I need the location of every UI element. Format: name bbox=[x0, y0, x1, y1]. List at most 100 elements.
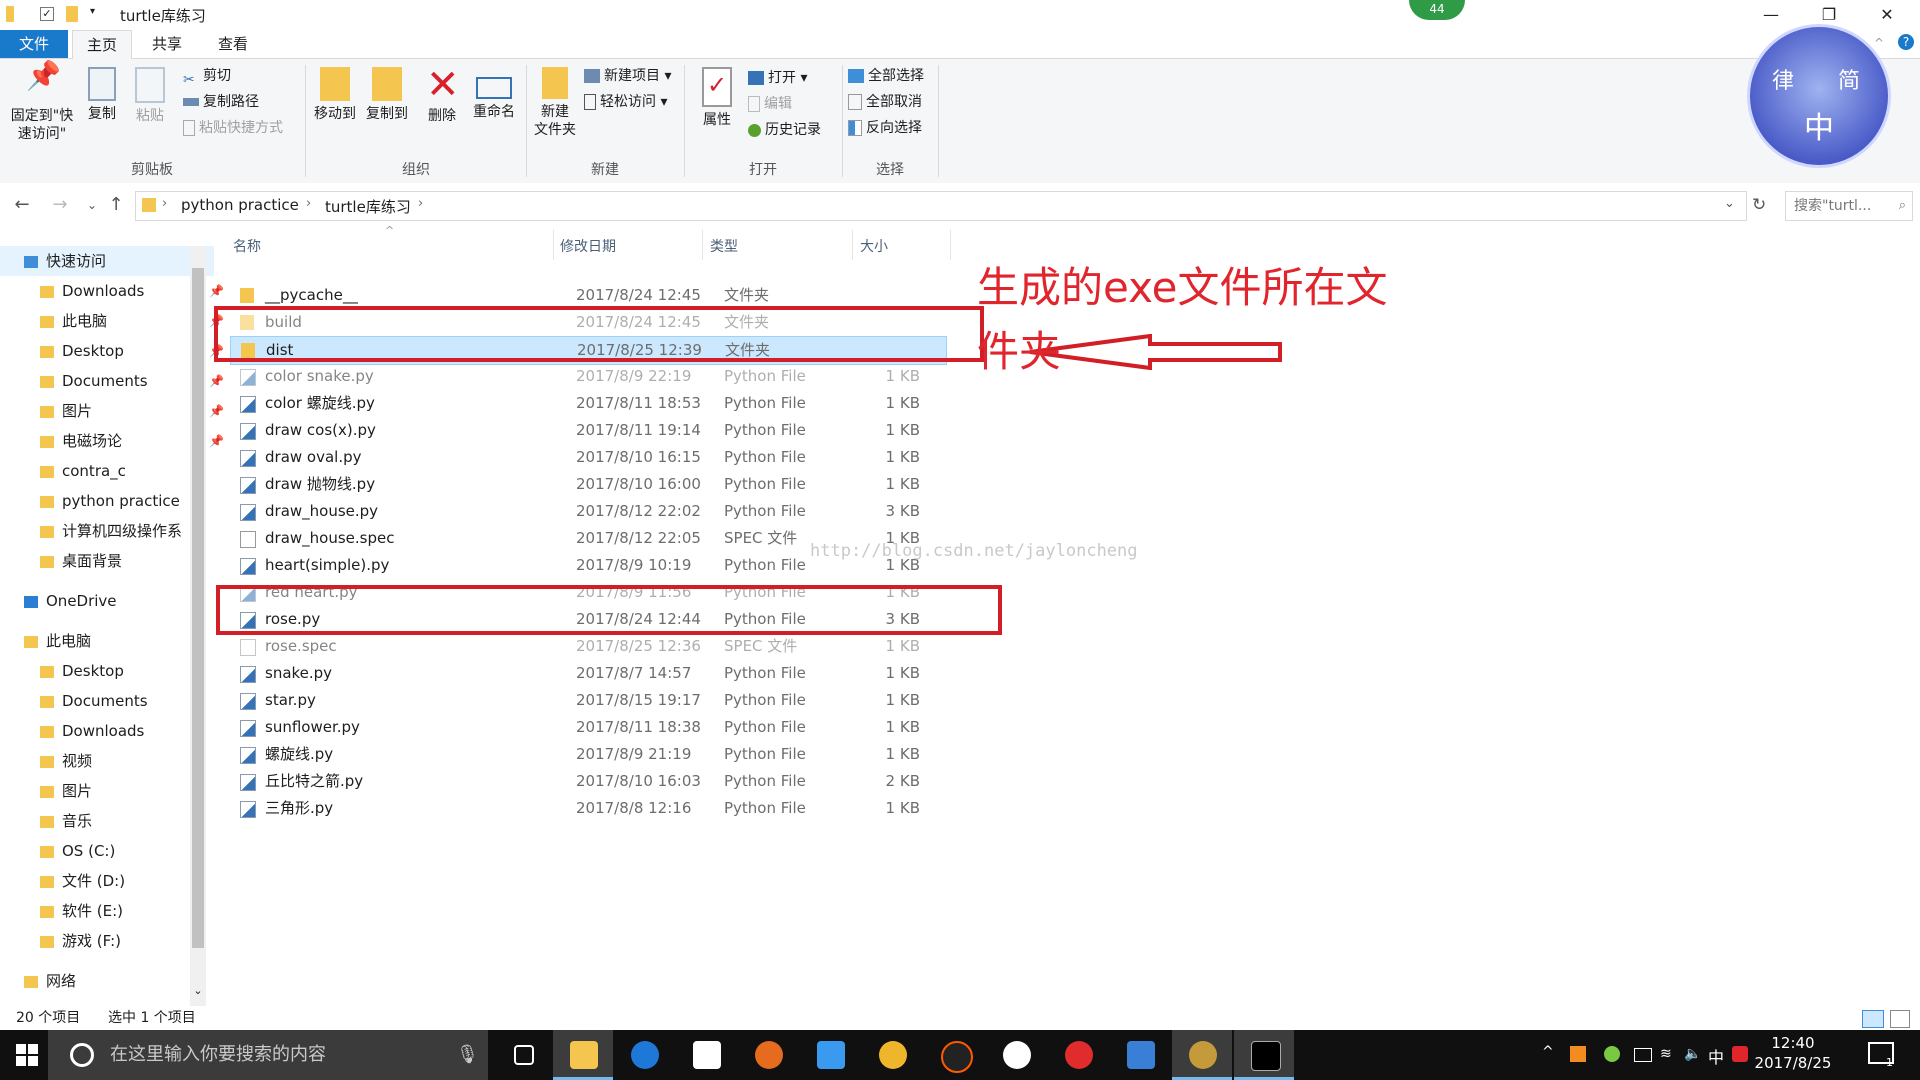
column-divider[interactable] bbox=[852, 230, 853, 260]
column-type[interactable]: 类型 bbox=[710, 236, 738, 256]
tray-security-icon[interactable] bbox=[1604, 1046, 1620, 1062]
properties-quick-icon[interactable]: ✓ bbox=[40, 7, 54, 21]
tray-app-icon[interactable] bbox=[1570, 1046, 1586, 1062]
move-to-button[interactable]: 移动到 bbox=[310, 59, 360, 123]
breadcrumb-chevron-icon[interactable]: › bbox=[306, 196, 311, 211]
taskbar-search-box[interactable]: 在这里输入你要搜索的内容 🎙 bbox=[48, 1030, 488, 1080]
pin-to-quick-access-button[interactable]: 📌 固定到"快速访问" bbox=[4, 59, 80, 143]
file-row[interactable]: draw_house.py 2017/8/12 22:02 Python File 3… bbox=[230, 498, 945, 525]
microphone-icon[interactable]: 🎙 bbox=[456, 1030, 479, 1080]
ime-indicator[interactable]: 中 bbox=[1708, 1044, 1724, 1068]
recent-locations-icon[interactable]: ⌄ bbox=[80, 193, 104, 217]
paste-shortcut-button[interactable]: 粘贴快捷方式 bbox=[183, 117, 283, 139]
breadcrumb-python-practice[interactable]: python practice bbox=[181, 196, 299, 214]
column-date[interactable]: 修改日期 bbox=[560, 236, 616, 256]
history-button[interactable]: 历史记录 bbox=[748, 119, 821, 141]
file-row[interactable]: 丘比特之箭.py 2017/8/10 16:03 Python File 2 KB bbox=[230, 768, 945, 795]
sidebar-item[interactable]: 此电脑 bbox=[0, 626, 214, 656]
file-row[interactable]: snake.py 2017/8/7 14:57 Python File 1 KB bbox=[230, 660, 945, 687]
easy-access-button[interactable]: 轻松访问 ▾ bbox=[584, 91, 667, 113]
refresh-icon[interactable]: ↻ bbox=[1752, 195, 1766, 215]
collapse-ribbon-icon[interactable]: ^ bbox=[1874, 36, 1884, 50]
file-row[interactable]: rose.spec 2017/8/25 12:36 SPEC 文件 1 KB bbox=[230, 633, 945, 660]
file-row[interactable]: __pycache__ 2017/8/24 12:45 文件夹 bbox=[230, 282, 945, 309]
quick-access-dropdown-icon[interactable]: ▾ bbox=[90, 6, 106, 22]
file-row[interactable]: color snake.py 2017/8/9 22:19 Python File 1… bbox=[230, 363, 945, 390]
file-row[interactable]: draw 抛物线.py 2017/8/10 16:00 Python File 1 K… bbox=[230, 471, 945, 498]
copy-button[interactable]: 复制 bbox=[80, 59, 124, 123]
paste-button[interactable]: 粘贴 bbox=[128, 59, 172, 125]
taskbar-firefox[interactable] bbox=[738, 1030, 798, 1080]
cut-button[interactable]: ✂ 剪切 bbox=[183, 65, 231, 88]
file-row[interactable]: 三角形.py 2017/8/8 12:16 Python File 1 KB bbox=[230, 795, 945, 822]
select-none-button[interactable]: 全部取消 bbox=[848, 91, 922, 113]
tab-home[interactable]: 主页 bbox=[72, 30, 133, 59]
column-divider[interactable] bbox=[553, 230, 554, 260]
tab-view[interactable]: 查看 bbox=[204, 30, 262, 58]
details-view-icon[interactable] bbox=[1862, 1010, 1884, 1028]
open-button[interactable]: 打开 ▾ bbox=[748, 67, 807, 89]
select-all-button[interactable]: 全部选择 bbox=[848, 65, 924, 87]
tab-share[interactable]: 共享 bbox=[138, 30, 196, 58]
clock[interactable]: 12:40 2017/8/25 bbox=[1748, 1033, 1838, 1073]
taskbar-explorer[interactable] bbox=[553, 1030, 613, 1080]
properties-button[interactable]: ✓ 属性 bbox=[690, 59, 744, 129]
invert-selection-button[interactable]: 反向选择 bbox=[848, 117, 922, 139]
address-bar[interactable]: › python practice › turtle库练习 › ⌄ bbox=[135, 191, 1747, 221]
volume-icon[interactable]: 🔈 bbox=[1684, 1046, 1701, 1062]
delete-button[interactable]: ✕ 删除 bbox=[420, 59, 464, 125]
taskbar-app-wing[interactable] bbox=[862, 1030, 922, 1080]
taskbar-app-open[interactable] bbox=[1172, 1030, 1232, 1080]
battery-icon[interactable] bbox=[1634, 1048, 1652, 1062]
taskbar-console[interactable] bbox=[1234, 1030, 1294, 1080]
file-row[interactable]: color 螺旋线.py 2017/8/11 18:53 Python File 1 … bbox=[230, 390, 945, 417]
taskbar-store[interactable] bbox=[676, 1030, 736, 1080]
edit-button[interactable]: 编辑 bbox=[748, 93, 792, 115]
up-arrow-icon[interactable]: ↑ bbox=[104, 193, 128, 217]
rename-button[interactable]: 重命名 bbox=[468, 59, 520, 121]
file-row[interactable]: 螺旋线.py 2017/8/9 21:19 Python File 1 KB bbox=[230, 741, 945, 768]
sogou-ime-icon[interactable] bbox=[1732, 1046, 1748, 1062]
taskbar-qq[interactable] bbox=[924, 1030, 984, 1080]
tab-file[interactable]: 文件 bbox=[0, 30, 68, 58]
breadcrumb-chevron-icon[interactable]: › bbox=[162, 196, 167, 211]
file-date: 2017/8/12 22:05 bbox=[576, 529, 701, 547]
minimize-button[interactable]: — bbox=[1742, 0, 1800, 30]
back-arrow-icon[interactable]: ← bbox=[10, 193, 34, 217]
scroll-down-icon[interactable]: ⌄ bbox=[190, 984, 206, 997]
sidebar-item[interactable]: OneDrive bbox=[0, 586, 214, 616]
sidebar-item[interactable]: 网络 bbox=[0, 966, 214, 996]
file-row[interactable]: star.py 2017/8/15 19:17 Python File 1 KB bbox=[230, 687, 945, 714]
sidebar-item[interactable]: 快速访问 bbox=[0, 246, 214, 276]
copy-path-button[interactable]: 复制路径 bbox=[183, 91, 259, 113]
wifi-icon[interactable]: ≋ bbox=[1660, 1046, 1672, 1062]
breadcrumb-turtle[interactable]: turtle库练习 bbox=[325, 196, 411, 217]
column-divider[interactable] bbox=[702, 230, 703, 260]
file-row[interactable]: sunflower.py 2017/8/11 18:38 Python File 1 … bbox=[230, 714, 945, 741]
taskbar-app-blue[interactable] bbox=[800, 1030, 860, 1080]
windows-start-icon[interactable] bbox=[16, 1044, 38, 1066]
taskbar-edge[interactable] bbox=[614, 1030, 674, 1080]
column-name[interactable]: 名称 bbox=[233, 236, 261, 256]
large-icons-view-icon[interactable] bbox=[1890, 1010, 1910, 1028]
column-size[interactable]: 大小 bbox=[860, 236, 888, 256]
tray-chevron-icon[interactable]: ^ bbox=[1542, 1044, 1554, 1060]
taskbar-xbox[interactable] bbox=[986, 1030, 1046, 1080]
column-divider[interactable] bbox=[950, 230, 951, 260]
address-dropdown-icon[interactable]: ⌄ bbox=[1724, 196, 1735, 211]
sidebar-scrollbar-thumb[interactable] bbox=[192, 268, 204, 948]
search-input[interactable]: 搜索"turtl... ⌕ bbox=[1785, 191, 1913, 221]
forward-arrow-icon[interactable]: → bbox=[48, 193, 72, 217]
new-item-button[interactable]: 新建项目 ▾ bbox=[584, 65, 671, 87]
taskbar-netease-music[interactable] bbox=[1048, 1030, 1108, 1080]
close-button[interactable]: ✕ bbox=[1858, 0, 1916, 30]
file-row[interactable]: draw cos(x).py 2017/8/11 19:14 Python File… bbox=[230, 417, 945, 444]
help-icon[interactable]: ? bbox=[1898, 34, 1914, 50]
file-row[interactable]: draw oval.py 2017/8/10 16:15 Python File 1 … bbox=[230, 444, 945, 471]
taskbar-mail[interactable] bbox=[1110, 1030, 1170, 1080]
task-view-button[interactable] bbox=[492, 1030, 552, 1080]
new-folder-quick-icon[interactable] bbox=[66, 6, 78, 22]
copy-to-button[interactable]: 复制到 bbox=[362, 59, 412, 123]
new-folder-button[interactable]: 新建 文件夹 bbox=[530, 59, 580, 139]
breadcrumb-chevron-icon[interactable]: › bbox=[418, 196, 423, 211]
